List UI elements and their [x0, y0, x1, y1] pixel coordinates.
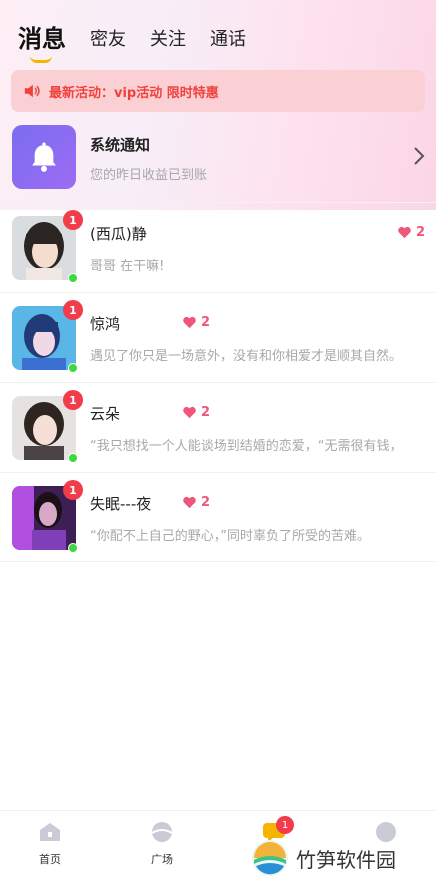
- message-preview: 遇见了你只是一场意外，没有和你相爱才是顺其自然。: [90, 349, 403, 364]
- activity-banner[interactable]: 最新活动：vip活动 限时特惠: [11, 70, 425, 112]
- plaza-icon: [151, 822, 173, 842]
- tab-messages-label: 消息: [18, 25, 66, 53]
- online-indicator: [68, 363, 78, 373]
- message-preview: “你配不上自己的野心，”同时辜负了所受的苦难。: [90, 529, 370, 544]
- active-tab-indicator: [30, 56, 52, 63]
- nav-home[interactable]: 首页: [20, 821, 80, 867]
- online-indicator: [68, 273, 78, 283]
- watermark-text: 竹笋软件园: [296, 847, 396, 872]
- conversation-row[interactable]: 1 云朵 2 “我只想找一个人能谈场到结婚的恋爱，“无需很有钱，: [0, 382, 436, 472]
- heart-icon: [183, 316, 196, 329]
- contact-name: (西瓜)静: [90, 225, 147, 243]
- conversation-row[interactable]: 1 失眠---夜 2 “你配不上自己的野心，”同时辜负了所受的苦难。: [0, 472, 436, 562]
- chevron-right-icon: [414, 147, 425, 165]
- top-tabs: 消息 密友 关注 通话: [18, 14, 246, 63]
- conversation-row[interactable]: 1 惊鸿 2 遇见了你只是一场意外，没有和你相爱才是顺其自然。: [0, 292, 436, 382]
- speaker-icon: [24, 84, 40, 98]
- contact-name: 失眠---夜: [90, 495, 152, 513]
- intimacy-value: 2: [201, 315, 211, 330]
- tab-messages[interactable]: 消息: [18, 24, 66, 63]
- system-notice-subtitle: 您的昨日收益已到账: [90, 168, 208, 183]
- tab-close-friends[interactable]: 密友: [90, 26, 126, 54]
- heart-icon: [183, 406, 196, 419]
- contact-name: 云朵: [90, 405, 121, 423]
- online-indicator: [68, 543, 78, 553]
- home-icon: [40, 823, 60, 841]
- watermark-logo-icon: [252, 840, 288, 876]
- intimacy-count: 2: [182, 405, 210, 420]
- unread-badge: 1: [63, 210, 83, 230]
- contact-name: 惊鸿: [90, 315, 121, 333]
- heart-icon: [183, 496, 196, 509]
- online-indicator: [68, 453, 78, 463]
- intimacy-value: 2: [416, 225, 426, 240]
- message-preview: 哥哥 在干嘛!: [90, 259, 165, 274]
- nav-plaza[interactable]: 广场: [132, 821, 192, 867]
- conversation-row[interactable]: 1 (西瓜)静 2 哥哥 在干嘛!: [0, 202, 436, 292]
- message-preview: “我只想找一个人能谈场到结婚的恋爱，“无需很有钱，: [90, 439, 403, 454]
- heart-icon: [398, 226, 411, 239]
- watermark: 竹笋软件园: [250, 836, 396, 880]
- system-notice-row[interactable]: 系统通知 您的昨日收益已到账: [0, 112, 436, 202]
- intimacy-count: 2: [182, 495, 210, 510]
- bell-icon: [32, 142, 56, 172]
- nav-home-label: 首页: [39, 853, 61, 866]
- system-notice-icon: [12, 125, 76, 189]
- intimacy-value: 2: [201, 495, 211, 510]
- tab-calls[interactable]: 通话: [210, 26, 246, 54]
- nav-unread-badge: 1: [276, 816, 294, 834]
- intimacy-value: 2: [201, 405, 211, 420]
- banner-text: 最新活动：vip活动 限时特惠: [49, 85, 219, 101]
- unread-badge: 1: [63, 480, 83, 500]
- unread-badge: 1: [63, 300, 83, 320]
- unread-badge: 1: [63, 390, 83, 410]
- system-notice-title: 系统通知: [90, 136, 151, 154]
- intimacy-count: 2: [397, 225, 425, 240]
- nav-plaza-label: 广场: [151, 853, 173, 866]
- intimacy-count: 2: [182, 315, 210, 330]
- tab-following[interactable]: 关注: [150, 26, 186, 54]
